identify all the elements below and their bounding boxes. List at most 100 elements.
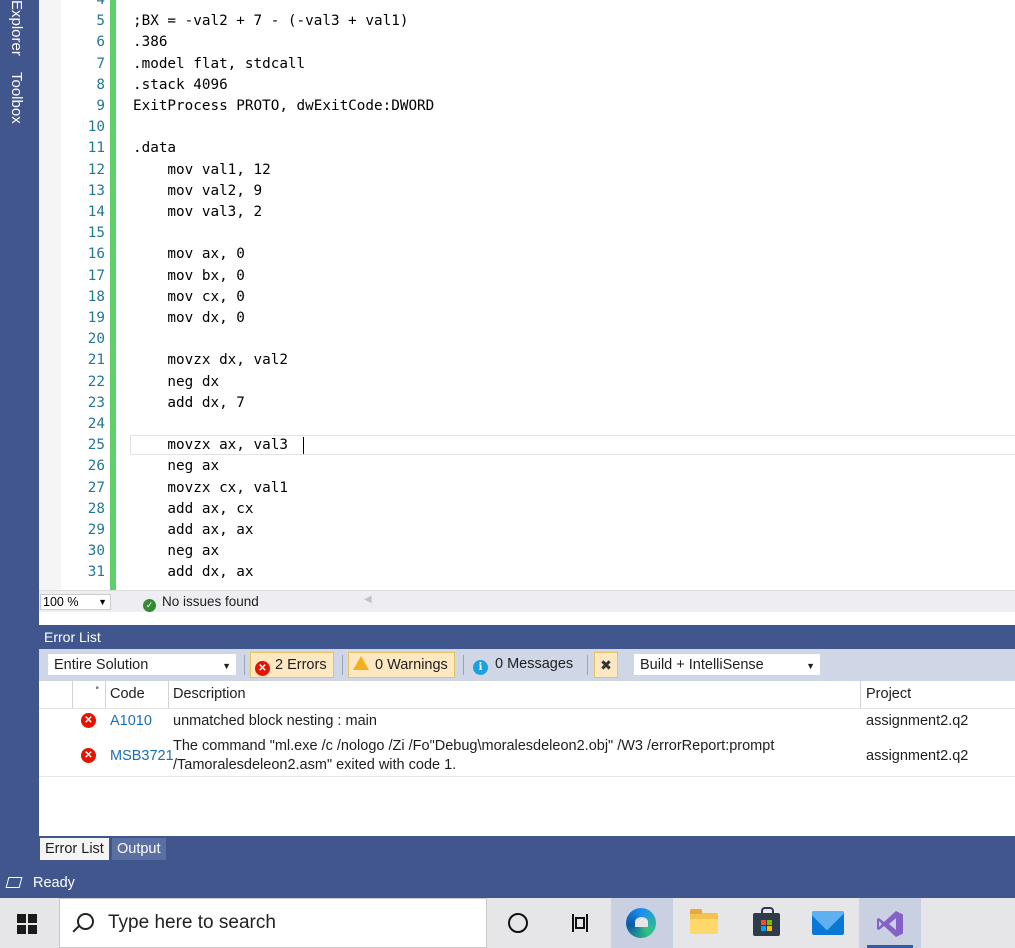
code-line[interactable]: 5 ;BX = -val2 + 7 - (-val3 + val1) [39,11,1015,32]
code-text[interactable]: neg ax [133,541,219,562]
windows-start-icon[interactable] [17,914,37,934]
line-number: 14 [87,204,105,220]
code-text[interactable]: ExitProcess PROTO, dwExitCode:DWORD [133,96,434,117]
issues-indicator[interactable]: ✓ No issues found [143,594,259,612]
code-text[interactable]: neg ax [133,456,219,477]
line-number: 27 [87,479,105,496]
taskbar-search-box[interactable]: Type here to search [59,898,487,948]
side-tool-strip: Explorer Toolbox [0,0,39,868]
zoom-level: 100 % [43,595,79,609]
cortana-icon [508,913,528,933]
code-line[interactable]: 12 mov val1, 12 [39,160,1015,181]
code-text[interactable]: .386 [133,32,167,53]
error-code-link[interactable]: MSB3721 [110,748,174,764]
code-line[interactable]: 17 mov bx, 0 [39,266,1015,287]
code-line[interactable]: 31 add dx, ax [39,562,1015,583]
toolbar-separator [587,655,588,675]
code-text[interactable]: .stack 4096 [133,75,228,96]
code-line[interactable]: 11 .data [39,138,1015,159]
code-text[interactable]: add dx, 7 [133,393,244,414]
code-text[interactable]: mov val2, 9 [133,181,262,202]
table-row[interactable]: ✕ MSB3721 The command "ml.exe /c /nologo… [39,734,1015,777]
code-text[interactable]: mov cx, 0 [133,287,244,308]
code-text[interactable]: movzx ax, val3 [133,435,297,456]
code-line[interactable]: 20 [39,329,1015,350]
code-editor[interactable]: 4 5 ;BX = -val2 + 7 - (-val3 + val1) 6.386 7… [39,0,1015,590]
code-line[interactable]: 29 add ax, ax [39,520,1015,541]
description-column-header[interactable]: Description [173,686,246,702]
code-line[interactable]: 16 mov ax, 0 [39,244,1015,265]
explorer-side-tab[interactable]: Explorer [8,0,25,56]
zoom-dropdown[interactable]: 100 % ▼ [40,594,111,610]
file-explorer-taskbar-button[interactable] [673,898,735,948]
code-line[interactable]: 22 neg dx [39,372,1015,393]
code-text[interactable]: mov dx, 0 [133,308,244,329]
line-number: 28 [87,500,105,517]
toolbar-separator [342,655,343,675]
code-text[interactable]: .model flat, stdcall [133,54,305,75]
code-line[interactable]: 18 mov cx, 0 [39,287,1015,308]
code-text[interactable]: movzx cx, val1 [133,478,288,499]
mail-taskbar-button[interactable] [797,898,859,948]
code-column-header[interactable]: Code [110,686,145,702]
code-line[interactable]: 15 [39,223,1015,244]
code-line[interactable]: 6 .386 [39,32,1015,53]
code-text[interactable]: mov val1, 12 [133,160,270,181]
clear-filter-icon[interactable]: ✖ [594,652,618,678]
code-text[interactable]: add ax, cx [133,499,253,520]
code-line[interactable]: 9 ExitProcess PROTO, dwExitCode:DWORD [39,96,1015,117]
code-line[interactable]: 30 neg ax [39,541,1015,562]
code-line[interactable]: 14 mov val3, 2 [39,202,1015,223]
column-filter-icon[interactable]: ⁍ [95,683,100,694]
messages-filter-button[interactable]: i 0 Messages [469,652,579,678]
scope-dropdown[interactable]: Entire Solution ▼ [47,653,237,676]
task-view-button[interactable] [549,898,611,948]
code-line[interactable]: 7 .model flat, stdcall [39,54,1015,75]
error-list-title: Error List [39,625,1015,649]
code-line[interactable]: 25 movzx ax, val3 [39,435,1015,456]
issues-text: No issues found [162,594,259,609]
code-text[interactable]: mov ax, 0 [133,244,244,265]
code-line[interactable]: 13 mov val2, 9 [39,181,1015,202]
code-line[interactable]: 23 add dx, 7 [39,393,1015,414]
task-view-icon [570,914,588,932]
editor-status-strip: 100 % ▼ ✓ No issues found ◀ [39,590,1015,612]
code-line[interactable]: 26 neg ax [39,456,1015,477]
code-text[interactable]: neg dx [133,372,219,393]
tab-output[interactable]: Output [112,838,166,860]
toolbox-side-tab[interactable]: Toolbox [8,72,25,124]
errors-filter-label: 2 Errors [275,657,327,673]
code-line[interactable]: 21 movzx dx, val2 [39,350,1015,371]
code-text[interactable]: mov val3, 2 [133,202,262,223]
code-text[interactable]: movzx dx, val2 [133,350,288,371]
code-text[interactable]: add dx, ax [133,562,253,583]
edge-taskbar-button[interactable] [611,898,673,948]
tab-error-list[interactable]: Error List [40,838,109,860]
code-line[interactable]: 24 [39,414,1015,435]
code-line[interactable]: 4 [39,0,1015,11]
code-line[interactable]: 27 movzx cx, val1 [39,478,1015,499]
table-row[interactable]: ✕ A1010 unmatched block nesting : main a… [39,709,1015,733]
code-text[interactable]: ;BX = -val2 + 7 - (-val3 + val1) [133,11,408,32]
store-taskbar-button[interactable] [735,898,797,948]
code-line[interactable]: 28 add ax, cx [39,499,1015,520]
scroll-left-icon[interactable]: ◀ [364,594,372,605]
error-code-link[interactable]: A1010 [110,713,152,729]
project-column-header[interactable]: Project [866,686,911,702]
errors-filter-button[interactable]: ✕ 2 Errors [250,652,334,678]
warnings-filter-button[interactable]: 0 Warnings [348,652,455,678]
cortana-button[interactable] [487,898,549,948]
code-line[interactable]: 8 .stack 4096 [39,75,1015,96]
line-number: 29 [87,522,105,538]
line-number: 8 [96,76,105,93]
code-line[interactable]: 19 mov dx, 0 [39,308,1015,329]
code-text[interactable]: add ax, ax [133,520,253,541]
chevron-down-icon: ▼ [222,661,231,671]
line-number: 15 [87,225,105,242]
code-line[interactable]: 10 [39,117,1015,138]
store-icon [753,907,780,936]
code-text[interactable]: .data [133,138,176,159]
source-dropdown[interactable]: Build + IntelliSense ▼ [633,653,821,676]
visual-studio-taskbar-button[interactable] [859,898,921,948]
code-text[interactable]: mov bx, 0 [133,266,244,287]
